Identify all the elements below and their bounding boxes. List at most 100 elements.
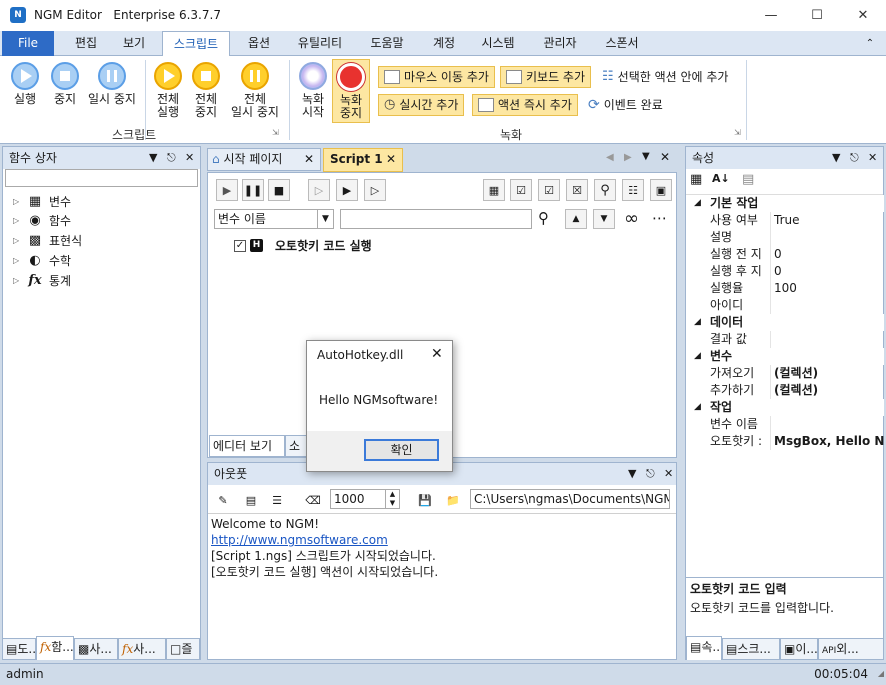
property-row[interactable]: 실행 전 지 0 xyxy=(686,246,884,263)
property-value[interactable]: 0 xyxy=(770,263,782,280)
chart-button[interactable]: ▦ xyxy=(483,179,505,201)
add-keyboard-button[interactable]: 키보드 추가 xyxy=(500,66,592,88)
checkbox-icon[interactable]: ✓ xyxy=(234,239,246,252)
tree-item-expression[interactable]: ▷ ▩ 표현식 xyxy=(13,230,82,250)
tree-item-function[interactable]: ▷ ◉ 함수 xyxy=(13,210,71,230)
pin-icon[interactable]: ⎋ xyxy=(646,463,655,485)
add-inside-selected-button[interactable]: ☷ 선택한 액션 안에 추가 xyxy=(596,66,734,88)
variable-select[interactable]: 변수 이름 ▼ xyxy=(214,209,334,229)
right-tab-script[interactable]: ▤스크... xyxy=(722,638,780,660)
tab-scroll-left-icon[interactable]: ◀ xyxy=(606,152,614,163)
menu-system[interactable]: 시스템 xyxy=(474,31,522,56)
menu-view[interactable]: 보기 xyxy=(112,31,156,56)
collapse-triangle-icon[interactable]: ◢ xyxy=(694,314,701,331)
close-icon[interactable]: ✕ xyxy=(664,463,673,485)
minimize-button[interactable]: — xyxy=(748,0,794,31)
add-action-now-button[interactable]: 액션 즉시 추가 xyxy=(472,94,578,116)
property-category[interactable]: ◢ 작업 xyxy=(686,399,884,416)
menu-options[interactable]: 옵션 xyxy=(238,31,280,56)
function-search-input[interactable] xyxy=(5,169,198,187)
property-row[interactable]: 오토핫키 : MsgBox, Hello N xyxy=(686,433,884,450)
tab-source[interactable]: 소 xyxy=(285,435,307,457)
step-over-button[interactable]: ▷ xyxy=(364,179,386,201)
close-tab-icon[interactable]: ✕ xyxy=(304,149,314,170)
property-row[interactable]: 실행율 100 xyxy=(686,280,884,297)
property-category[interactable]: ◢ 데이터 xyxy=(686,314,884,331)
property-row[interactable]: 아이디 xyxy=(686,297,884,314)
close-icon[interactable]: ✕ xyxy=(868,147,877,169)
property-value[interactable] xyxy=(770,331,774,348)
find-button[interactable]: ⚲ xyxy=(594,179,616,201)
property-row[interactable]: 사용 여부 True xyxy=(686,212,884,229)
record-stop-button[interactable]: 녹화 중지 xyxy=(332,59,370,123)
expand-caret-icon[interactable]: ▷ xyxy=(13,256,21,265)
menu-file[interactable]: File xyxy=(2,31,54,56)
save-log-button[interactable]: 💾 xyxy=(414,489,436,511)
line-count-stepper[interactable]: 1000 ▲ ▼ xyxy=(330,489,400,509)
resize-grip-icon[interactable]: ◢ xyxy=(878,664,884,684)
categorized-icon[interactable]: ▦ xyxy=(690,172,702,187)
tree-item-math[interactable]: ▷ ◐ 수학 xyxy=(13,250,71,270)
check-all-button[interactable]: ☑ xyxy=(538,179,560,201)
doc-settings-button[interactable]: ▤ xyxy=(240,489,262,511)
infinity-icon[interactable]: ∞ xyxy=(624,208,639,229)
website-link[interactable]: http://www.ngmsoftware.com xyxy=(211,532,673,548)
dropdown-icon[interactable]: ▼ xyxy=(628,463,636,485)
stop-all-button[interactable]: 전체 중지 xyxy=(188,62,224,119)
menu-utility[interactable]: 유틸리티 xyxy=(290,31,350,56)
tab-start-page[interactable]: ⌂ 시작 페이지 ✕ xyxy=(207,148,321,171)
tree-item-variable[interactable]: ▷ ▦ 변수 xyxy=(13,191,71,211)
expand-caret-icon[interactable]: ▷ xyxy=(13,216,21,225)
step-into-button[interactable]: ▶ xyxy=(336,179,358,201)
wrap-button[interactable]: ☰ xyxy=(266,489,288,511)
tab-scroll-right-icon[interactable]: ▶ xyxy=(624,152,632,163)
pause-all-button[interactable]: 전체 일시 중지 xyxy=(226,62,284,119)
pin-icon[interactable]: ⎋ xyxy=(167,147,176,169)
property-value[interactable] xyxy=(770,229,774,246)
right-tab-external[interactable]: API외... xyxy=(818,638,884,660)
dialog-close-icon[interactable]: ✕ xyxy=(431,346,443,362)
left-tab-5[interactable]: □즐 xyxy=(166,638,200,660)
variable-search-input[interactable] xyxy=(340,209,532,229)
stop-button[interactable]: 중지 xyxy=(48,62,82,106)
right-tab-image[interactable]: ▣이... xyxy=(780,638,818,660)
menu-help[interactable]: 도움말 xyxy=(362,31,412,56)
collapse-triangle-icon[interactable]: ◢ xyxy=(694,195,701,212)
property-row[interactable]: 가져오기 (컬렉션) xyxy=(686,365,884,382)
menu-account[interactable]: 계정 xyxy=(424,31,464,56)
property-pages-icon[interactable]: ▤ xyxy=(742,172,754,187)
property-value[interactable] xyxy=(770,416,774,433)
chevron-down-icon[interactable]: ▼ xyxy=(317,210,333,228)
group-expand-icon[interactable]: ⇲ xyxy=(272,128,279,137)
pause-button[interactable]: 일시 중지 xyxy=(84,62,140,106)
property-value[interactable]: True xyxy=(770,212,800,229)
right-tab-properties[interactable]: ▤속... xyxy=(686,636,722,660)
left-tab-2[interactable]: fx함... xyxy=(36,636,74,660)
property-value[interactable]: 0 xyxy=(770,246,782,263)
screen-button[interactable]: ▣ xyxy=(650,179,672,201)
property-value[interactable] xyxy=(770,297,774,314)
expand-caret-icon[interactable]: ▷ xyxy=(13,197,21,206)
property-value[interactable]: 100 xyxy=(770,280,797,297)
property-value[interactable]: MsgBox, Hello N xyxy=(770,433,884,450)
record-start-button[interactable]: 녹화 시작 xyxy=(296,62,330,119)
check-button[interactable]: ☑ xyxy=(510,179,532,201)
tab-editor-view[interactable]: 에디터 보기 xyxy=(209,435,285,457)
left-tab-4[interactable]: fx사... xyxy=(118,638,166,660)
play-button[interactable]: ▶ xyxy=(216,179,238,201)
more-icon[interactable]: ⋯ xyxy=(652,209,667,227)
tree-item-statistics[interactable]: ▷ fx 통계 xyxy=(13,270,71,290)
tree-button[interactable]: ☷ xyxy=(622,179,644,201)
property-row[interactable]: 설명 xyxy=(686,229,884,246)
close-tab-icon[interactable]: ✕ xyxy=(386,149,396,170)
search-icon[interactable]: ⚲ xyxy=(538,209,549,227)
tab-script-1[interactable]: Script 1 ✕ xyxy=(323,148,403,172)
close-icon[interactable]: ✕ xyxy=(185,147,194,169)
event-complete-button[interactable]: ⟳ 이벤트 완료 xyxy=(582,94,669,116)
delete-button[interactable]: ☒ xyxy=(566,179,588,201)
tab-list-icon[interactable]: ▼ xyxy=(642,151,650,162)
run-button[interactable]: 실행 xyxy=(8,62,42,106)
property-row[interactable]: 변수 이름 xyxy=(686,416,884,433)
ok-button[interactable]: 확인 xyxy=(364,439,439,461)
run-all-button[interactable]: 전체 실행 xyxy=(150,62,186,119)
